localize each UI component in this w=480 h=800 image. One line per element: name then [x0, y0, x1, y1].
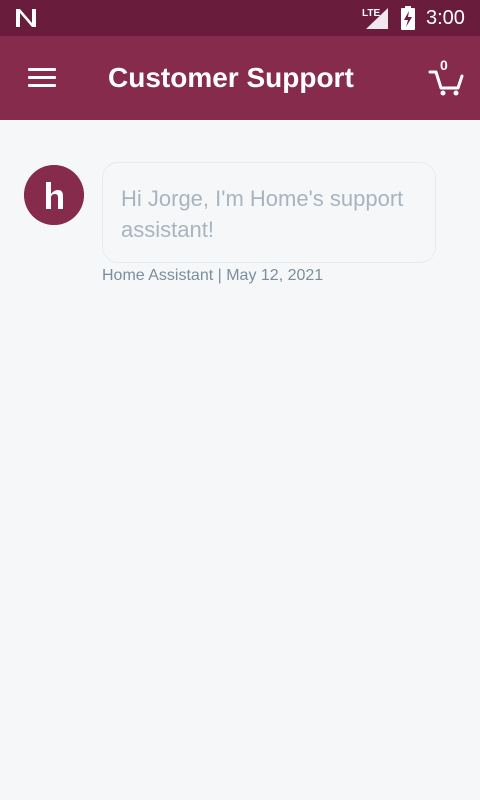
status-bar: LTE 3:00 — [0, 0, 480, 36]
app-bar: Customer Support 0 — [0, 36, 480, 120]
meta-separator: | — [217, 267, 222, 284]
n-logo-icon — [16, 9, 36, 27]
menu-icon[interactable] — [22, 64, 62, 94]
message-sender: Home Assistant — [102, 267, 214, 284]
message-date: May 12, 2021 — [226, 267, 324, 284]
message-bubble: Hi Jorge, I'm Home's support assistant! — [102, 162, 436, 263]
page-title: Customer Support — [108, 62, 354, 93]
status-time: 3:00 — [426, 7, 465, 29]
lte-signal-icon: LTE — [362, 8, 388, 29]
message-text: Hi Jorge, I'm Home's support assistant! — [121, 186, 404, 242]
svg-text:LTE: LTE — [362, 8, 380, 19]
cart-count-badge: 0 — [440, 57, 448, 73]
home-logo-icon — [24, 165, 84, 225]
message-meta: Home Assistant | May 12, 2021 — [102, 266, 323, 286]
battery-charging-icon — [401, 6, 415, 30]
